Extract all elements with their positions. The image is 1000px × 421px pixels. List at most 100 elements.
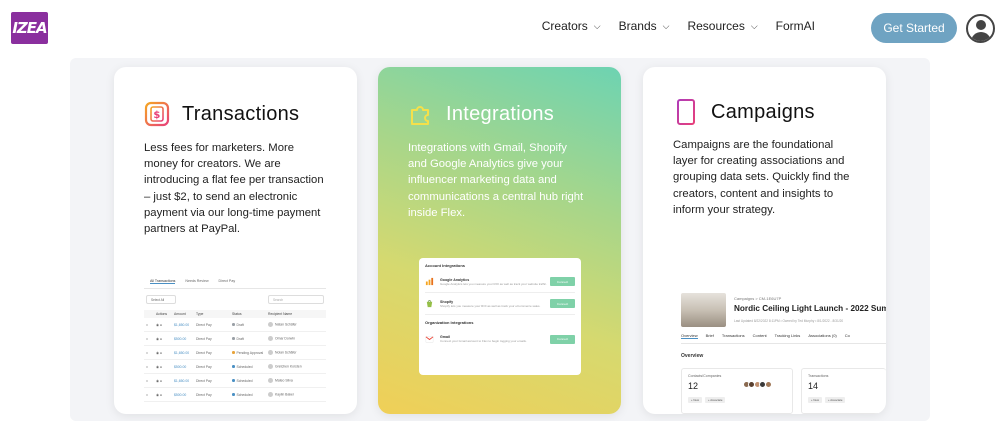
tab-more: Co — [844, 333, 850, 338]
connect-button[interactable]: Connect — [550, 277, 575, 286]
campaigns-preview: Campaigns > CM-1E6U7P Nordic Ceiling Lig… — [681, 293, 886, 414]
card-title-text: Transactions — [182, 102, 300, 125]
chevron-down-icon: ⌵ — [593, 20, 601, 31]
nav-links: Creators ⌵ Brands ⌵ Resources ⌵ FormAI — [524, 19, 815, 33]
row-recipient: Kaylin Baker — [268, 392, 312, 397]
row-checkbox[interactable]: □ — [146, 323, 156, 327]
preview-tab: All Transactions — [150, 279, 176, 284]
campaign-meta: Last Updated 8/22/2022 8:11PM • Owned by… — [734, 319, 844, 323]
tag-new: + New — [808, 397, 823, 403]
row-checkbox[interactable]: □ — [146, 365, 156, 369]
transactions-box: Transactions 14 + New + Associate — [801, 368, 886, 414]
card-title: $ Transactions — [144, 101, 299, 127]
nav-item-formai[interactable]: FormAI — [776, 19, 815, 33]
row-actions-icon[interactable]: ◉ ● — [156, 323, 174, 327]
row-checkbox[interactable]: □ — [146, 393, 156, 397]
row-recipient: Gretchen Korsten — [268, 364, 312, 369]
google-analytics-icon — [425, 277, 434, 286]
table-row[interactable]: □ ◉ ● $1,650.00 Direct Pay Pending Approval N… — [144, 346, 326, 360]
column-header: Type — [196, 312, 204, 316]
recipient-avatar — [268, 350, 273, 355]
row-amount: $500.00 — [174, 336, 187, 341]
svg-text:$: $ — [153, 110, 160, 121]
row-status: Draft — [232, 337, 268, 341]
nav-item-creators[interactable]: Creators ⌵ — [542, 19, 601, 33]
row-actions-icon[interactable]: ◉ ● — [156, 393, 174, 397]
row-status: Scheduled — [232, 393, 268, 397]
izea-logo[interactable]: IZEA — [11, 12, 48, 44]
tag-new: + New — [688, 397, 703, 403]
integration-row: Shopify Shopify lets you measure your ROI… — [425, 293, 575, 315]
card-title-text: Campaigns — [711, 100, 815, 123]
integration-desc: Shopify lets you measure your ROI as wel… — [440, 303, 541, 308]
row-actions-icon[interactable]: ◉ ● — [156, 351, 174, 355]
recipient-name: Kaylin Baker — [275, 392, 295, 397]
row-status: Draft — [232, 323, 268, 327]
recipient-avatar — [268, 378, 273, 383]
notebook-icon — [676, 99, 695, 125]
tab-associations: Associations (0) — [808, 333, 837, 338]
table-row[interactable]: □ ◉ ● $500.00 Direct Pay Draft Omar Dorwin — [144, 332, 326, 346]
column-header: Recipient Name — [268, 312, 293, 316]
gmail-icon — [425, 335, 434, 342]
row-actions-icon[interactable]: ◉ ● — [156, 365, 174, 369]
transactions-preview: All Transactions Needs Review Direct Pay… — [144, 279, 326, 414]
get-started-button[interactable]: Get Started — [871, 13, 957, 43]
row-amount: $1,650.00 — [174, 350, 190, 355]
nav-item-label: Creators — [541, 19, 588, 33]
status-dot — [232, 337, 235, 340]
table-row[interactable]: □ ◉ ● $500.00 Direct Pay Scheduled Gretchen K… — [144, 360, 326, 374]
campaign-tabs: Overview Brief Transactions Content Trac… — [681, 333, 886, 344]
preview-tabs: All Transactions Needs Review Direct Pay — [144, 279, 326, 289]
preview-table-body: □ ◉ ● $1,650.00 Direct Pay Draft Natan Schäfe… — [144, 318, 326, 402]
card-title: Campaigns — [673, 98, 815, 126]
row-checkbox[interactable]: □ — [146, 351, 156, 355]
table-row[interactable]: □ ◉ ● $1,650.00 Direct Pay Draft Natan Schäfe… — [144, 318, 326, 332]
preview-tab: Needs Review — [185, 279, 209, 283]
row-type: Direct Pay — [196, 378, 212, 383]
shopify-icon — [426, 300, 433, 308]
preview-table-header: Actions Amount Type Status Recipient Nam… — [144, 310, 326, 318]
integration-row: Google Analytics Google Analytics lets yo… — [425, 271, 575, 293]
integrations-card: Integrations Integrations with Gmail, Sh… — [378, 67, 621, 414]
integrations-preview: Account Integrations Google Analytics Goo… — [419, 258, 581, 375]
recipient-name: Natan Schäfer — [275, 322, 297, 327]
connect-button[interactable]: Connect — [550, 299, 575, 308]
campaign-title: Nordic Ceiling Light Launch - 2022 Summ — [734, 304, 886, 313]
nav-item-resources[interactable]: Resources ⌵ — [687, 19, 757, 33]
row-checkbox[interactable]: □ — [146, 379, 156, 383]
campaign-thumbnail — [681, 293, 726, 327]
preview-toolbar: Select All Search — [146, 295, 324, 304]
recipient-avatar — [268, 322, 273, 327]
recipient-avatar — [268, 392, 273, 397]
row-recipient: Mateo Silva — [268, 378, 312, 383]
row-type: Direct Pay — [196, 392, 212, 397]
status-dot — [232, 393, 235, 396]
status-dot — [232, 323, 235, 326]
card-description: Less fees for marketers. More money for … — [144, 142, 324, 236]
row-actions-icon[interactable]: ◉ ● — [156, 379, 174, 383]
table-row[interactable]: □ ◉ ● $500.00 Direct Pay Scheduled Kaylin Bak… — [144, 388, 326, 402]
user-circle-icon[interactable] — [966, 14, 995, 43]
top-navigation: IZEA Creators ⌵ Brands ⌵ Resources ⌵ FormAI… — [0, 0, 1000, 56]
nav-item-brands[interactable]: Brands ⌵ — [619, 19, 670, 33]
tab-overview: Overview — [681, 333, 698, 339]
row-actions-icon[interactable]: ◉ ● — [156, 337, 174, 341]
select-all: Select All — [146, 295, 176, 304]
recipient-avatar — [268, 364, 273, 369]
status-text: Pending Approval — [236, 350, 264, 355]
table-row[interactable]: □ ◉ ● $1,650.00 Direct Pay Scheduled Mateo Si… — [144, 374, 326, 388]
status-dot — [232, 351, 235, 354]
status-text: Scheduled — [236, 392, 253, 397]
status-text: Scheduled — [236, 364, 253, 369]
avatar-stack — [742, 381, 772, 388]
row-checkbox[interactable]: □ — [146, 337, 156, 341]
section-heading: Organization Integrations — [425, 320, 474, 325]
chevron-down-icon: ⌵ — [750, 20, 758, 31]
card-description: Campaigns are the foundational layer for… — [673, 139, 850, 216]
connect-button[interactable]: Connect — [550, 334, 575, 344]
transactions-card: $ Transactions Less fees for marketers. … — [114, 67, 357, 414]
recipient-avatar — [268, 336, 273, 341]
recipient-name: Omar Dorwin — [275, 336, 295, 341]
dollar-receipt-icon: $ — [144, 101, 170, 127]
